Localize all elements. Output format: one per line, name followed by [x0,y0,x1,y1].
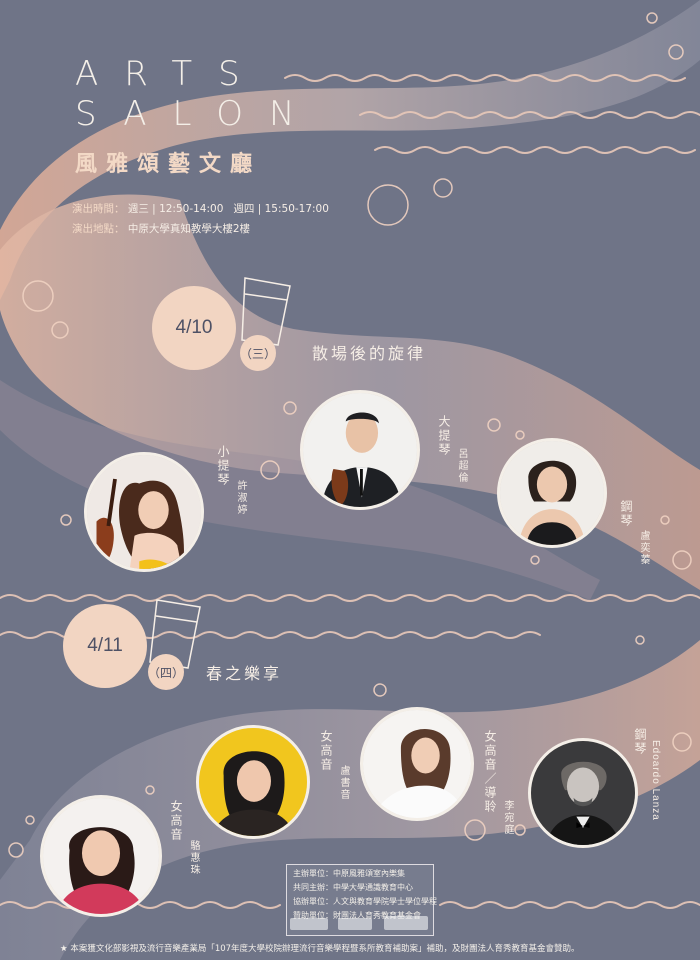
piano1-role: 鋼琴 [619,500,633,528]
time-label: 演出時間： [72,203,125,215]
organizer-row: 共同主辦：中學大學通識教育中心 [293,883,413,892]
concert1-weekday-circle: （三） [240,335,276,371]
concert1-date-circle: 4/10 [152,286,236,370]
soprano1-name: 駱惠珠 [188,840,199,876]
place-label: 演出地點： [72,223,125,235]
sponsor-logo-3 [384,916,428,930]
sponsor-logo-1 [290,918,328,930]
piano1-name: 盧奕蓁 [638,530,649,566]
photo-pianist-2 [528,738,638,848]
info-time: 演出時間： 週三 | 12:50-14:00 週四 | 15:50-17:00 [72,203,329,215]
piano2-role: 鋼琴 [633,728,647,756]
soprano3-role: 女高音／導聆 [483,730,497,814]
photo-cellist [300,390,420,510]
page-subtitle: 風雅頌藝文廳 [75,151,262,177]
sponsor-logo-2 [338,918,372,930]
poster: ARTS SALON 風雅頌藝文廳 演出時間： 週三 | 12:50-14:00… [0,0,700,960]
info-place: 演出地點： 中原大學真知教學大樓2樓 [72,220,250,238]
organizer-row: 主辦單位：中原風雅頌室內樂集 [293,869,405,878]
soprano3-name: 李宛庭 [502,800,513,836]
soprano2-role: 女高音 [319,730,333,772]
concert2-date: 4/11 [87,635,123,656]
photo-soprano-3 [360,707,474,821]
photo-violinist [84,452,204,572]
cello-name: 呂超倫 [456,448,467,484]
violin-name: 許淑婷 [235,480,246,516]
title-line1: ARTS [75,54,266,94]
place-value: 中原大學真知教學大樓2樓 [127,223,251,235]
time-day1: 週三 [127,203,149,215]
photo-soprano-1 [40,795,162,917]
title-line2: SALON [75,94,321,134]
time-range2: 15:50-17:00 [264,203,329,215]
concert1-weekday: （三） [240,346,277,361]
footer-note: ★ 本案獲文化部影視及流行音樂產業局「107年度大學校院辦理流行音樂學程暨系所教… [60,944,580,954]
piano2-name: Edoardo Lanza [650,740,661,821]
cello-role: 大提琴 [437,415,451,457]
soprano2-name: 盧書音 [338,765,349,801]
soprano1-role: 女高音 [169,800,183,842]
photo-pianist-1 [497,438,607,548]
organizer-row: 協辦單位：人文與教育學院學士學位學程 [293,897,437,906]
concert2-program: 春之樂享 [206,664,283,683]
photo-soprano-2 [196,725,310,839]
concert2-date-circle: 4/11 [63,604,147,688]
violin-role: 小提琴 [216,445,230,487]
concert2-weekday-circle: （四） [148,654,184,690]
concert1-date: 4/10 [175,317,213,338]
concert2-weekday: （四） [148,665,185,680]
concert1-program: 散場後的旋律 [312,344,427,363]
time-day2: 週四 [233,203,255,215]
time-range1: 12:50-14:00 [159,203,224,215]
